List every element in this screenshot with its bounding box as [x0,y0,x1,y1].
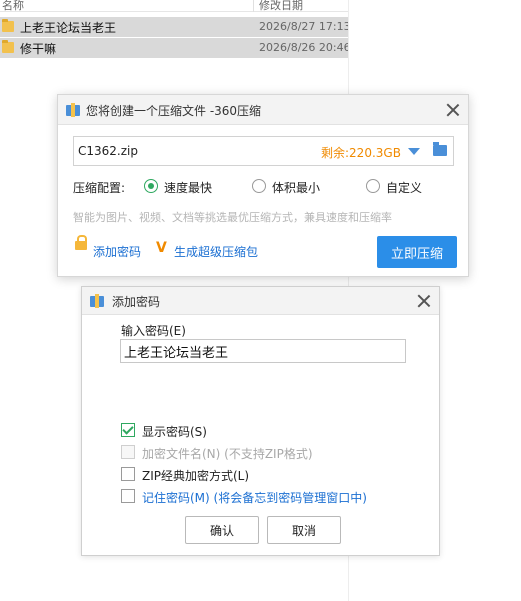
compress-dialog: 您将创建一个压缩文件 -360压缩 剩余:220.3GB 压缩配置: 速度最快 … [57,94,469,277]
radio-speed-fastest[interactable] [144,179,158,193]
radio-custom[interactable] [366,179,380,193]
option-size-smallest-label[interactable]: 体积最小 [272,179,320,196]
password-input-label: 输入密码(E) [121,324,186,338]
super-package-link[interactable]: 生成超级压缩包 [174,243,258,260]
super-package-icon[interactable]: V [156,240,167,256]
close-icon[interactable] [415,292,433,310]
archive-app-icon [66,103,80,117]
compress-now-button[interactable]: 立即压缩 [377,236,457,268]
archive-filename-box: 剩余:220.3GB [73,136,454,166]
add-password-title: 添加密码 [112,295,161,309]
zip-classic-encryption-checkbox[interactable] [121,467,135,481]
option-custom-label[interactable]: 自定义 [386,179,422,196]
chevron-down-icon[interactable] [408,148,420,155]
show-password-label[interactable]: 显示密码(S) [142,423,207,440]
encrypt-filename-label: 加密文件名(N) (不支持ZIP格式) [142,447,313,461]
add-password-link[interactable]: 添加密码 [93,243,141,260]
add-password-dialog: 添加密码 输入密码(E) 显示密码(S) 加密文件名(N) (不支持ZIP格式)… [81,286,440,556]
archive-filename-input[interactable] [78,144,278,158]
file-row[interactable]: 修干嘛 2026/8/26 20:46 [0,38,348,58]
compress-dialog-titlebar[interactable]: 您将创建一个压缩文件 -360压缩 [58,95,468,125]
cancel-button[interactable]: 取消 [267,516,341,544]
remaining-space-label: 剩余:220.3GB [321,146,401,160]
lock-icon[interactable] [75,235,87,250]
column-separator[interactable] [253,0,254,12]
close-icon[interactable] [444,101,462,119]
column-name-header[interactable]: 名称 [2,0,24,13]
confirm-button[interactable]: 确认 [185,516,259,544]
encrypt-filename-checkbox[interactable] [121,445,135,459]
file-row[interactable]: 上老王论坛当老王 2026/8/27 17:13 [0,17,348,37]
compress-config-label: 压缩配置: [73,181,126,195]
file-name: 上老王论坛当老王 [20,21,117,35]
remember-password-checkbox[interactable] [121,489,135,503]
zip-classic-encryption-label[interactable]: ZIP经典加密方式(L) [142,467,249,484]
file-date: 2026/8/27 17:13 [259,20,348,33]
add-password-titlebar[interactable]: 添加密码 [82,287,439,315]
folder-browse-icon[interactable] [433,142,447,156]
folder-icon [2,40,14,53]
compress-dialog-title: 您将创建一个压缩文件 -360压缩 [86,104,262,118]
column-date-header[interactable]: 修改日期 [259,0,303,13]
folder-icon [2,19,14,32]
file-date: 2026/8/26 20:46 [259,41,348,54]
remember-password-label[interactable]: 记住密码(M) (将会备忘到密码管理窗口中) [142,489,367,506]
option-speed-fastest-label[interactable]: 速度最快 [164,179,212,196]
file-name: 修干嘛 [20,42,57,56]
archive-app-icon [90,294,104,308]
radio-size-smallest[interactable] [252,179,266,193]
password-input[interactable] [120,339,406,363]
compress-hint-text: 智能为图片、视频、文档等挑选最优压缩方式，兼具速度和压缩率 [73,211,392,224]
explorer-column-header: 名称 修改日期 [0,0,348,12]
show-password-checkbox[interactable] [121,423,135,437]
